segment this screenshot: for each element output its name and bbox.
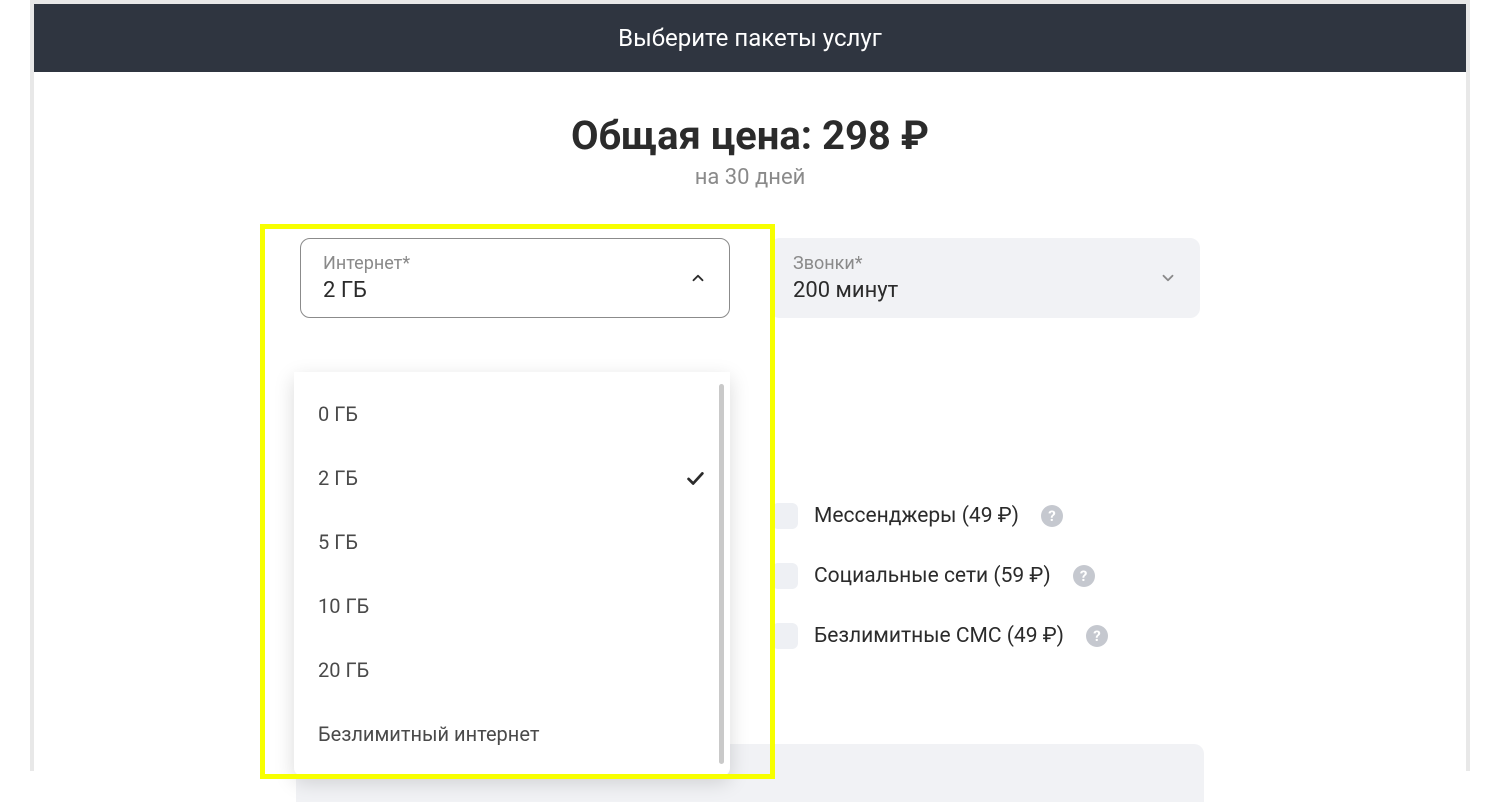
calls-select-value: 200 минут [793, 278, 898, 303]
calls-select[interactable]: Звонки* 200 минут [770, 238, 1200, 318]
help-icon[interactable]: ? [1041, 505, 1063, 527]
option-label: 2 ГБ [318, 466, 358, 490]
help-icon[interactable]: ? [1073, 565, 1095, 587]
internet-dropdown: 0 ГБ 2 ГБ 5 ГБ 10 ГБ 20 ГБ Безлимитный и… [294, 372, 730, 776]
addons-list: Мессенджеры (49 ₽) ? Социальные сети (59… [772, 503, 1108, 649]
calls-select-label: Звонки* [793, 253, 898, 274]
content-area: Общая цена: 298 ₽ на 30 дней Интернет* 2… [34, 72, 1466, 318]
addon-row: Мессенджеры (49 ₽) ? [772, 503, 1108, 529]
addon-checkbox-sms[interactable] [772, 623, 798, 649]
internet-select[interactable]: Интернет* 2 ГБ [300, 238, 730, 318]
internet-option[interactable]: 10 ГБ [294, 574, 730, 638]
internet-option[interactable]: 2 ГБ [294, 446, 730, 510]
option-label: 5 ГБ [318, 530, 358, 554]
chevron-up-icon [689, 269, 707, 287]
option-label: 0 ГБ [318, 402, 358, 426]
addon-label: Социальные сети (59 ₽) [814, 564, 1051, 588]
selectors-row: Интернет* 2 ГБ Звонки* 200 минут [34, 238, 1466, 318]
option-label: Безлимитный интернет [318, 722, 539, 746]
internet-option[interactable]: 0 ГБ [294, 382, 730, 446]
internet-select-value: 2 ГБ [323, 278, 410, 303]
internet-option[interactable]: Безлимитный интернет [294, 702, 730, 766]
addon-label: Мессенджеры (49 ₽) [814, 504, 1019, 528]
total-price: Общая цена: 298 ₽ [34, 112, 1466, 159]
internet-option[interactable]: 20 ГБ [294, 638, 730, 702]
header-title: Выберите пакеты услуг [34, 4, 1466, 72]
price-period: на 30 дней [34, 165, 1466, 190]
addon-row: Безлимитные СМС (49 ₽) ? [772, 623, 1108, 649]
dropdown-scrollbar[interactable] [719, 384, 724, 764]
chevron-down-icon [1159, 269, 1177, 287]
internet-select-label: Интернет* [323, 253, 410, 274]
addon-checkbox-messengers[interactable] [772, 503, 798, 529]
option-label: 20 ГБ [318, 658, 369, 682]
internet-option[interactable]: 5 ГБ [294, 510, 730, 574]
addon-checkbox-social[interactable] [772, 563, 798, 589]
option-label: 10 ГБ [318, 594, 369, 618]
addon-row: Социальные сети (59 ₽) ? [772, 563, 1108, 589]
help-icon[interactable]: ? [1086, 625, 1108, 647]
addon-label: Безлимитные СМС (49 ₽) [814, 624, 1064, 648]
check-icon [684, 467, 706, 489]
